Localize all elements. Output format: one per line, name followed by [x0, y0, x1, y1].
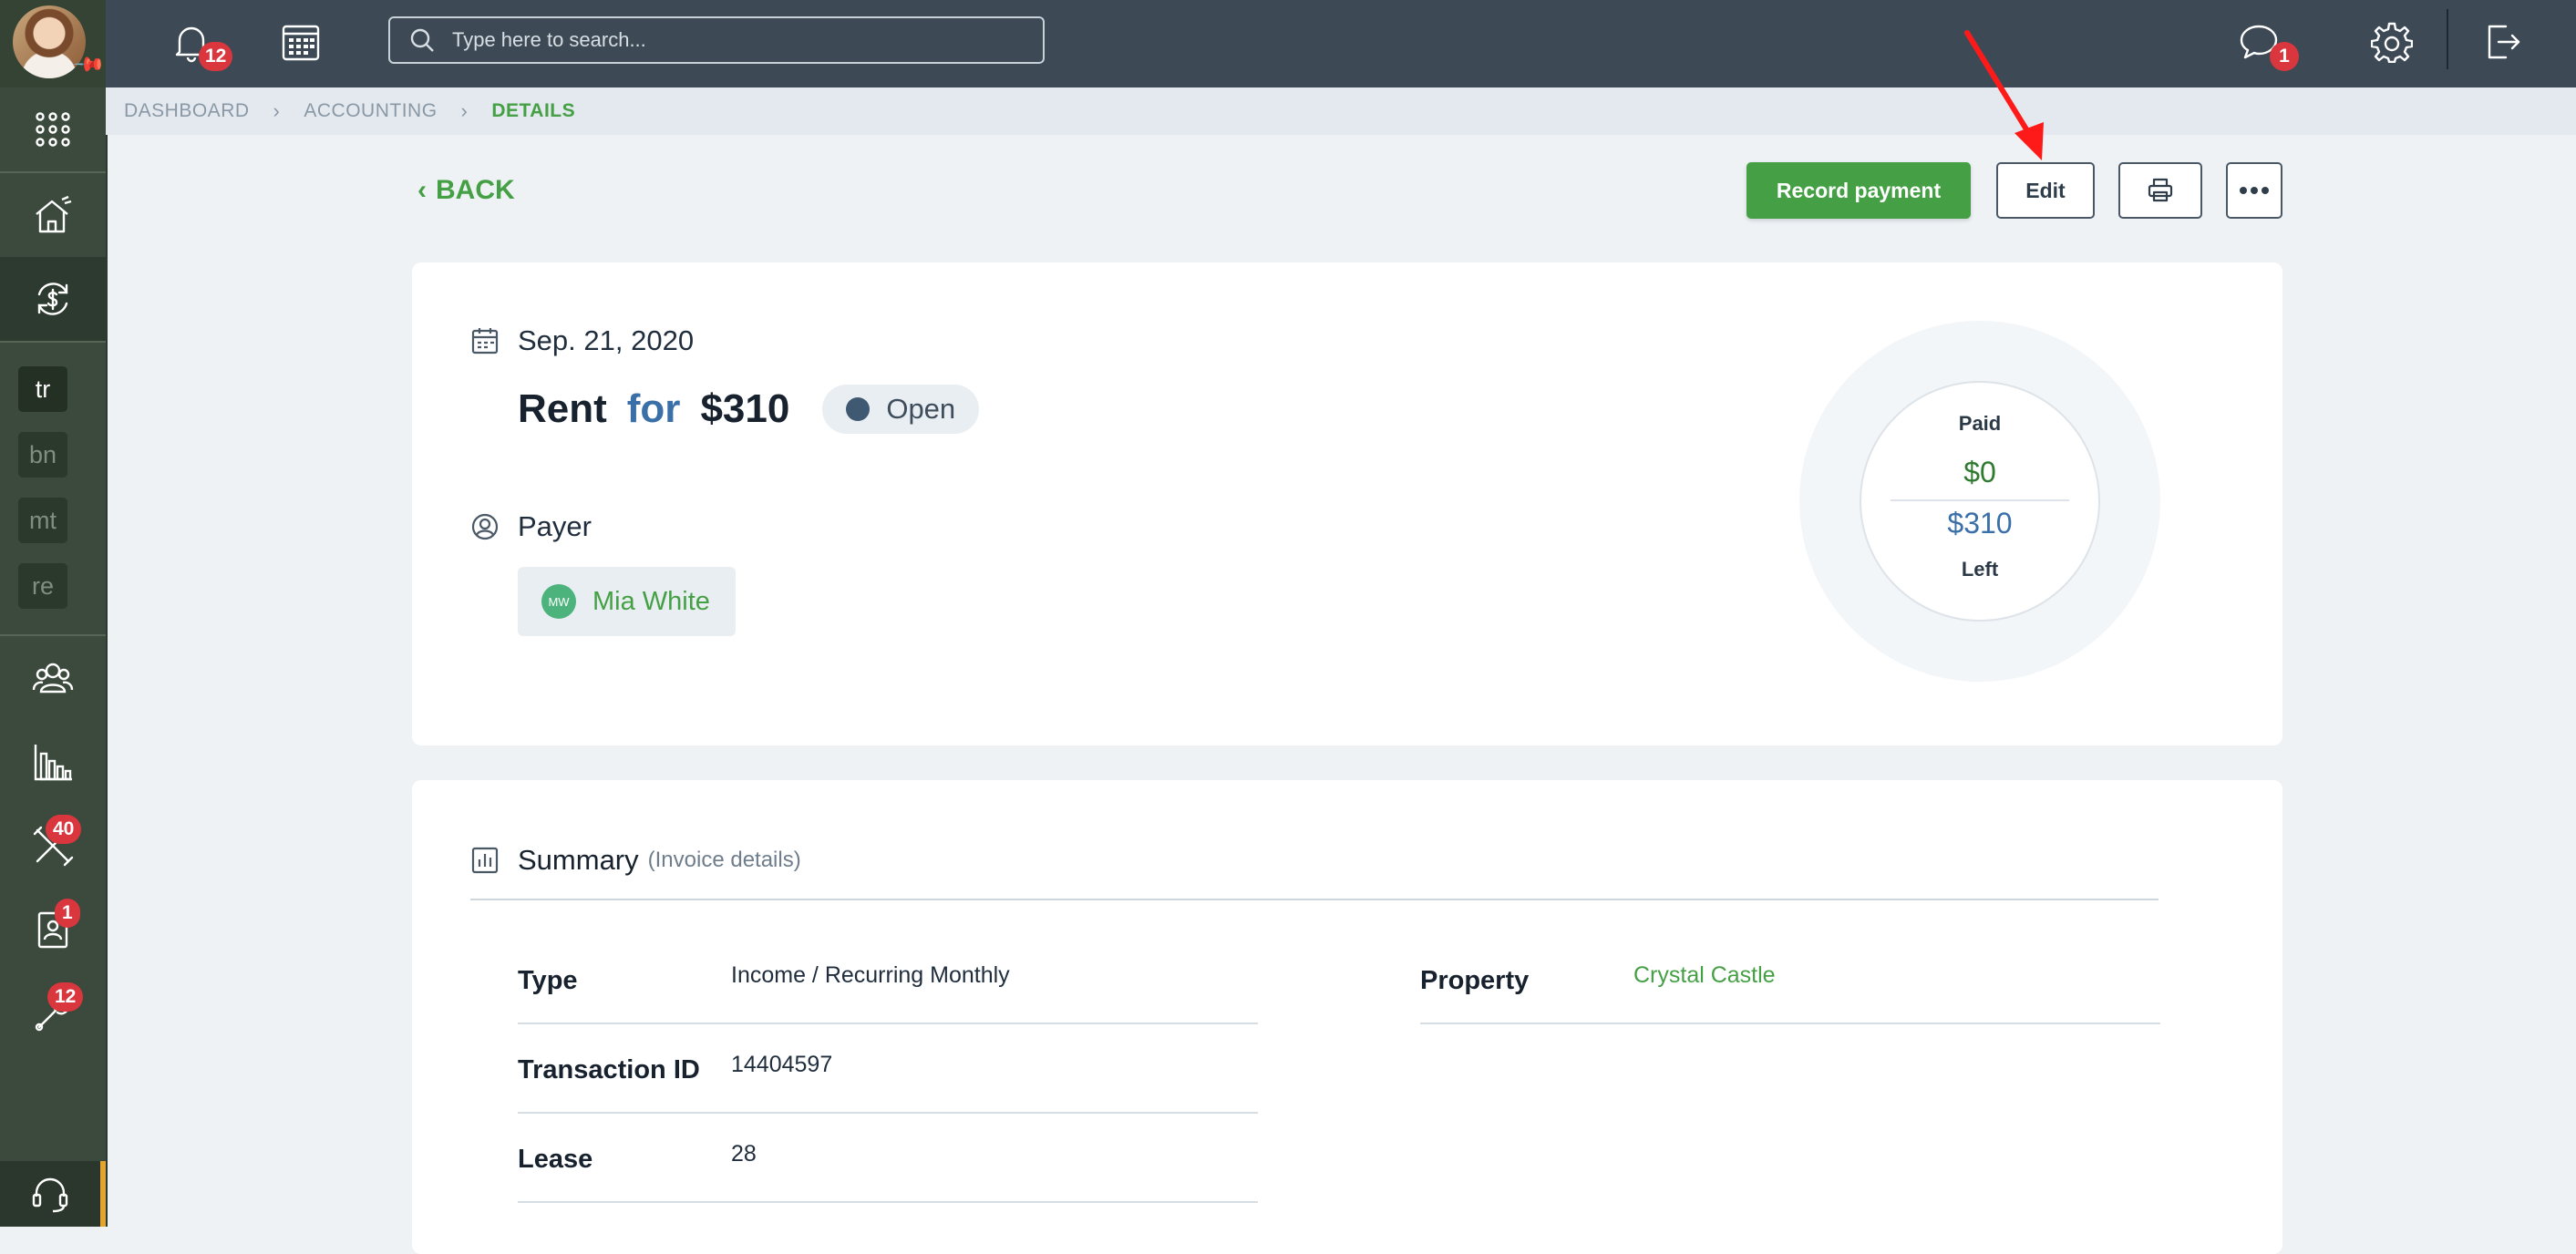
transaction-category: Rent	[518, 386, 607, 431]
portfolio-re[interactable]: re	[18, 563, 67, 609]
row-value: 28	[731, 1141, 757, 1167]
transaction-date: Sep. 21, 2020	[518, 324, 695, 356]
payer-chip[interactable]: MW Mia White	[518, 567, 736, 636]
apps-grid-icon	[36, 112, 70, 147]
row-label: Type	[518, 966, 578, 995]
chart-icon	[471, 847, 499, 874]
money-cycle-icon	[37, 283, 68, 315]
portfolio-tr[interactable]: tr	[18, 366, 67, 412]
summary-card: Summary (Invoice details) Type Income / …	[412, 780, 2282, 1254]
sidebar-item-accounting[interactable]	[0, 257, 106, 341]
row-label: Lease	[518, 1145, 593, 1174]
search-icon	[410, 28, 434, 52]
calendar-icon	[282, 25, 320, 61]
chevron-right-icon: ›	[460, 99, 469, 122]
settings-button[interactable]	[2366, 16, 2417, 67]
user-avatar-area[interactable]: 📌	[0, 0, 107, 87]
status-dot-icon	[846, 397, 871, 421]
sidebar-item-properties[interactable]	[0, 173, 106, 257]
tenants-badge: 1	[55, 899, 80, 928]
row-label: Transaction ID	[518, 1055, 700, 1084]
summary-title: Summary	[518, 844, 639, 876]
portfolio-mt[interactable]: mt	[18, 498, 67, 543]
divider	[1891, 499, 2069, 501]
summary-header: Summary (Invoice details)	[470, 844, 801, 877]
summary-subtitle: (Invoice details)	[647, 848, 801, 872]
sidebar-item-people[interactable]	[0, 636, 106, 720]
property-link[interactable]: Crystal Castle	[1633, 962, 1776, 989]
paid-amount: $0	[1963, 456, 1996, 488]
annotation-arrow-icon	[1964, 30, 2044, 160]
calendar-icon	[471, 328, 499, 355]
more-options-button[interactable]	[2226, 162, 2282, 219]
search-bar[interactable]	[388, 16, 1045, 64]
detail-row-type: Type Income / Recurring Monthly	[518, 935, 1258, 1024]
row-label: Property	[1420, 966, 1530, 995]
gear-icon	[2371, 22, 2413, 63]
divider	[470, 899, 2159, 900]
sidebar-item-reports[interactable]	[0, 720, 106, 804]
divider	[2447, 9, 2448, 69]
breadcrumb-accounting[interactable]: ACCOUNTING	[304, 100, 437, 122]
chevron-left-icon: ‹	[417, 175, 427, 205]
paid-label: Paid	[1958, 412, 2002, 435]
breadcrumb: DASHBOARD › ACCOUNTING › DETAILS	[106, 87, 2576, 135]
left-amount: $310	[1947, 507, 2013, 540]
row-value: 14404597	[731, 1052, 833, 1077]
people-icon	[32, 663, 74, 694]
payment-summary: Paid $0 $310 Left	[1860, 381, 2100, 622]
payer-name: Mia White	[592, 586, 710, 616]
breadcrumb-details: DETAILS	[491, 100, 576, 121]
logout-button[interactable]	[2476, 16, 2527, 67]
back-label: BACK	[436, 175, 515, 205]
back-link[interactable]: ‹ BACK	[417, 175, 515, 206]
detail-row-lease: Lease 28	[518, 1114, 1258, 1203]
sidebar: 📌 tr bn mt re 40 1 12	[0, 0, 108, 1227]
payer-heading-row: Payer	[470, 510, 592, 543]
payer-heading: Payer	[518, 510, 592, 542]
print-button[interactable]	[2118, 162, 2202, 219]
logout-icon	[2488, 25, 2520, 59]
bar-chart-icon	[34, 745, 72, 781]
apps-grid-button[interactable]	[0, 87, 106, 171]
transaction-card: Sep. 21, 2020 Rent for $310 Open Payer M…	[412, 262, 2282, 745]
transaction-title: Rent for $310 Open	[518, 385, 980, 434]
status-label: Open	[886, 393, 956, 425]
chevron-right-icon: ›	[273, 99, 281, 122]
record-payment-button[interactable]: Record payment	[1747, 162, 1971, 219]
topbar: 12 1	[106, 0, 2576, 87]
maintenance-badge: 40	[46, 815, 82, 844]
more-horizontal-icon	[2240, 187, 2269, 194]
left-label: Left	[1961, 558, 1999, 581]
divider	[0, 341, 106, 343]
user-circle-icon	[471, 513, 499, 540]
notifications-badge: 12	[199, 42, 233, 71]
date-row: Sep. 21, 2020	[470, 324, 694, 357]
for-word: for	[626, 386, 681, 431]
headset-icon	[32, 1177, 68, 1213]
search-input[interactable]	[450, 27, 1043, 53]
messages-badge: 1	[2270, 42, 2299, 71]
calendar-button[interactable]	[275, 16, 326, 67]
printer-icon	[2148, 178, 2173, 202]
transaction-amount: $310	[700, 386, 790, 431]
help-button[interactable]	[0, 1161, 106, 1227]
tools-badge: 12	[47, 982, 84, 1012]
payer-avatar: MW	[541, 584, 576, 619]
detail-row-property: Property Crystal Castle	[1420, 935, 2160, 1024]
portfolio-bn[interactable]: bn	[18, 432, 67, 478]
payment-progress-ring: Paid $0 $310 Left	[1799, 321, 2160, 682]
status-badge: Open	[822, 385, 980, 434]
sidebar-item-tenants[interactable]	[0, 888, 106, 971]
row-value: Income / Recurring Monthly	[731, 962, 1010, 988]
house-icon	[36, 195, 72, 233]
edit-button[interactable]: Edit	[1996, 162, 2095, 219]
breadcrumb-dashboard[interactable]: DASHBOARD	[124, 100, 250, 122]
detail-row-transaction-id: Transaction ID 14404597	[518, 1024, 1258, 1114]
